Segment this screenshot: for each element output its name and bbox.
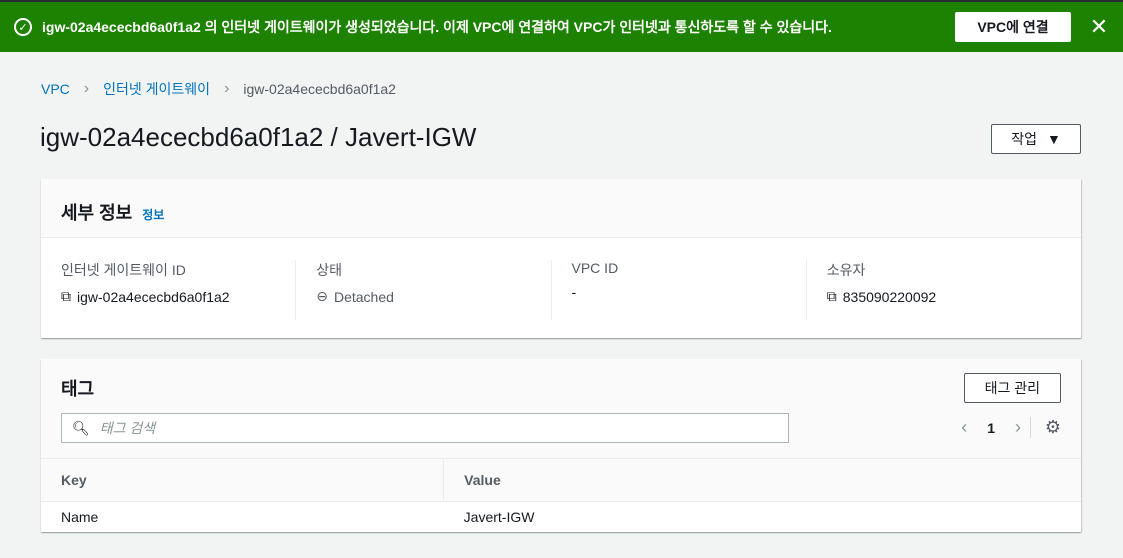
field-label: 상태 [316, 262, 343, 278]
breadcrumb-internet-gateways[interactable]: 인터넷 게이트웨이 [103, 79, 210, 99]
field-label: 인터넷 게이트웨이 ID [61, 262, 186, 278]
field-label: 소유자 [826, 262, 866, 278]
page-number[interactable]: 1 [987, 420, 995, 436]
page-title: igw-02a4ececbd6a0f1a2 / Javert-IGW [40, 122, 477, 152]
manage-tags-button[interactable]: 태그 관리 [963, 373, 1061, 403]
search-placeholder: 태그 검색 [99, 420, 156, 436]
copy-icon[interactable]: ⧉ [827, 288, 837, 305]
chevron-left-icon[interactable]: ‹ [961, 417, 967, 438]
caret-down-icon: ▼ [1046, 131, 1061, 147]
tags-title: 태그 [61, 379, 95, 399]
field-vpc-id: VPC ID - [552, 260, 807, 320]
field-state: 상태 ⊖ Detached [296, 260, 552, 320]
field-label: VPC ID [571, 260, 619, 276]
field-gateway-id: 인터넷 게이트웨이 ID ⧉ igw-02a4ececbd6a0f1a2 [61, 260, 297, 320]
field-owner: 소유자 ⧉ 835090220092 [807, 260, 1061, 320]
pagination: ‹ 1 › [961, 417, 1021, 438]
table-row: Name Javert-IGW [41, 501, 1081, 532]
actions-label: 작업 [1011, 131, 1037, 147]
close-icon[interactable]: ✕ [1089, 14, 1109, 40]
success-check-icon: ✓ [14, 18, 32, 36]
breadcrumb-vpc[interactable]: VPC [41, 81, 70, 97]
flash-message: igw-02a4ececbd6a0f1a2 의 인터넷 게이트웨이가 생성되었습… [42, 19, 832, 35]
detached-status-icon: ⊖ [316, 288, 328, 304]
field-value: Detached [333, 288, 394, 305]
column-header-value: Value [443, 458, 1081, 502]
chevron-right-icon: › [83, 80, 90, 97]
field-value: 835090220092 [842, 288, 937, 305]
attach-vpc-button[interactable]: VPC에 연결 [955, 12, 1071, 42]
cell-key: Name [41, 501, 444, 532]
gear-icon[interactable]: ⚙ [1029, 417, 1061, 438]
tags-panel: 태그 태그 관리 🔍︎ 태그 검색 ‹ 1 › ⚙ Key Value Name Jave… [41, 359, 1081, 532]
tags-table: Key Value Name Javert-IGW [41, 458, 1081, 532]
details-panel: 세부 정보 정보 인터넷 게이트웨이 ID ⧉ igw-02a4ececbd6a0f1… [41, 179, 1081, 338]
breadcrumb: VPC › 인터넷 게이트웨이 › igw-02a4ececbd6a0f1a2 [41, 79, 396, 99]
details-title: 세부 정보 [61, 203, 133, 223]
chevron-right-icon[interactable]: › [1015, 417, 1021, 438]
field-value: - [571, 284, 577, 300]
breadcrumb-current: igw-02a4ececbd6a0f1a2 [243, 81, 396, 97]
chevron-right-icon: › [224, 80, 230, 97]
success-flash-banner: ✓ igw-02a4ececbd6a0f1a2 의 인터넷 게이트웨이가 생성되… [0, 0, 1123, 52]
actions-dropdown[interactable]: 작업 ▼ [991, 124, 1081, 154]
tag-search-input[interactable]: 🔍︎ 태그 검색 [61, 413, 789, 443]
cell-value: Javert-IGW [443, 501, 1081, 532]
search-icon: 🔍︎ [72, 419, 90, 436]
info-link[interactable]: 정보 [142, 206, 164, 223]
column-header-key: Key [41, 458, 444, 502]
field-value: igw-02a4ececbd6a0f1a2 [77, 288, 230, 305]
copy-icon[interactable]: ⧉ [61, 288, 71, 305]
